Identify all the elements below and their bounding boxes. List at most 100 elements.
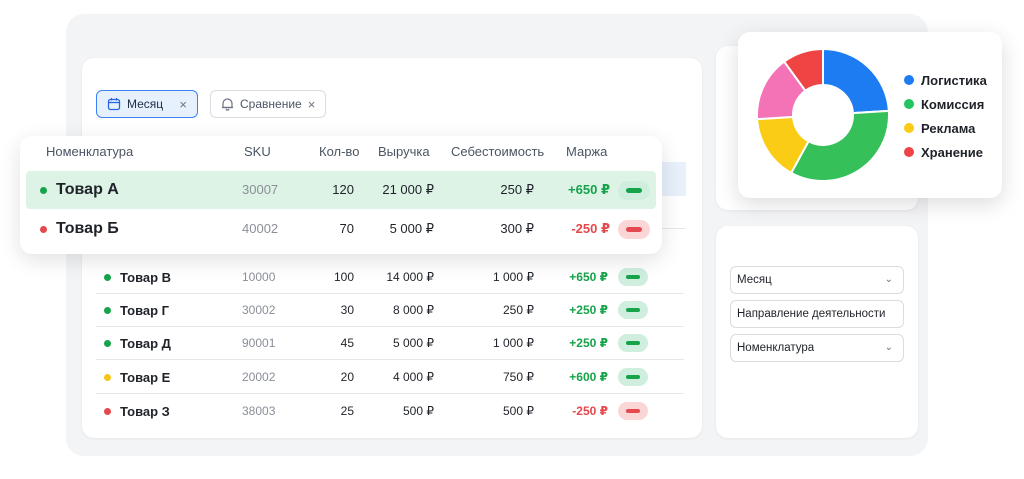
table-row[interactable]: Товар Б 40002 70 5 000 ₽ 300 ₽ -250 ₽ — [26, 210, 656, 248]
sku: 30002 — [242, 303, 276, 317]
compare-chip-close-icon[interactable]: × — [308, 97, 316, 112]
margin-status-badge — [618, 301, 648, 319]
status-dot — [40, 226, 47, 233]
chevron-down-icon: ⌄ — [884, 274, 893, 285]
cost: 250 ₽ — [500, 182, 534, 197]
sku: 40002 — [242, 221, 279, 236]
legend-swatch — [904, 123, 914, 133]
column-header-margin[interactable]: Маржа — [566, 136, 607, 168]
month-chip-label: Месяц — [127, 97, 164, 111]
status-dot — [104, 408, 111, 415]
donut-chart — [756, 47, 890, 182]
table-row[interactable]: Товар Д 90001 45 5 000 ₽ 1 000 ₽ +250 ₽ — [96, 327, 684, 360]
margin: +650 ₽ — [569, 270, 608, 284]
donut-segment — [822, 47, 890, 115]
legend-swatch — [904, 147, 914, 157]
table-row[interactable]: Товар З 38003 25 500 ₽ 500 ₽ -250 ₽ — [96, 395, 684, 428]
margin-status-badge — [618, 220, 650, 239]
month-select-label: Месяц — [737, 274, 772, 286]
margin: -250 ₽ — [572, 404, 608, 418]
cost: 500 ₽ — [503, 404, 534, 418]
column-header-revenue[interactable]: Выручка — [378, 136, 430, 168]
featured-table-popup: Номенклатура SKU Кол-во Выручка Себестои… — [20, 136, 662, 254]
quantity: 100 — [333, 270, 354, 284]
expense-chart-popup: Логистика Комиссия Реклама Хранение — [738, 32, 1002, 198]
bell-icon — [222, 98, 233, 111]
product-name: Товар Г — [120, 303, 170, 318]
cost: 1 000 ₽ — [493, 270, 534, 284]
column-header-cost[interactable]: Себестоимость — [451, 136, 544, 168]
product-name: Товар Д — [120, 336, 171, 351]
quantity: 20 — [340, 370, 354, 384]
revenue: 5 000 ₽ — [393, 336, 434, 350]
margin-status-badge — [618, 268, 648, 286]
filters-card — [716, 226, 918, 438]
revenue: 21 000 ₽ — [382, 182, 434, 197]
legend-swatch — [904, 75, 914, 85]
legend-label: Реклама — [921, 120, 976, 136]
margin: +600 ₽ — [569, 370, 608, 384]
sku: 30007 — [242, 182, 279, 197]
margin-status-badge — [618, 402, 648, 420]
quantity: 120 — [332, 182, 354, 197]
margin-status-badge — [618, 334, 648, 352]
chevron-down-icon: ⌄ — [884, 342, 893, 353]
revenue: 8 000 ₽ — [393, 303, 434, 317]
quantity: 70 — [339, 221, 354, 236]
revenue: 5 000 ₽ — [389, 221, 434, 236]
business-direction-select[interactable]: Направление деятельности — [730, 300, 904, 328]
status-dot — [104, 374, 111, 381]
margin: -250 ₽ — [571, 221, 610, 236]
legend-swatch — [904, 99, 914, 109]
sku: 20002 — [242, 370, 276, 384]
table-row[interactable]: Товар Е 20002 20 4 000 ₽ 750 ₽ +600 ₽ — [96, 361, 684, 394]
table-row[interactable]: Товар Г 30002 30 8 000 ₽ 250 ₽ +250 ₽ — [96, 294, 684, 327]
product-name: Товар Е — [120, 370, 171, 385]
status-dot — [104, 307, 111, 314]
margin-status-badge — [618, 368, 648, 386]
product-name: Товар З — [120, 404, 170, 419]
product-name: Товар Б — [56, 220, 119, 237]
revenue: 4 000 ₽ — [393, 370, 434, 384]
legend-label: Хранение — [921, 144, 983, 160]
compare-chip-label: Сравнение — [240, 97, 302, 111]
column-header-sku[interactable]: SKU — [244, 136, 271, 168]
legend-item-logistics: Логистика — [904, 68, 987, 92]
legend-item-commission: Комиссия — [904, 92, 987, 116]
table-row[interactable]: Товар В 10000 100 14 000 ₽ 1 000 ₽ +650 … — [96, 261, 684, 294]
compare-filter-chip[interactable]: Сравнение × — [210, 90, 326, 118]
product-name: Товар В — [120, 270, 172, 285]
sku: 38003 — [242, 404, 276, 418]
table-row-highlighted[interactable]: Товар А 30007 120 21 000 ₽ 250 ₽ +650 ₽ — [26, 171, 656, 209]
column-header-quantity[interactable]: Кол-во — [319, 136, 359, 168]
status-dot — [40, 187, 47, 194]
chart-legend: Логистика Комиссия Реклама Хранение — [904, 68, 987, 164]
quantity: 45 — [340, 336, 354, 350]
legend-label: Комиссия — [921, 96, 985, 112]
month-filter-chip[interactable]: Месяц × — [96, 90, 198, 118]
legend-item-storage: Хранение — [904, 140, 987, 164]
product-name: Товар А — [56, 181, 119, 198]
month-chip-close-icon[interactable]: × — [179, 97, 187, 112]
cost: 250 ₽ — [503, 303, 534, 317]
cost: 1 000 ₽ — [493, 336, 534, 350]
nomenclature-select[interactable]: Номенклатура ⌄ — [730, 334, 904, 362]
column-header-nomenclature[interactable]: Номенклатура — [46, 136, 133, 168]
margin-status-badge — [618, 181, 650, 200]
sku: 90001 — [242, 336, 276, 350]
month-select[interactable]: Месяц ⌄ — [730, 266, 904, 294]
status-dot — [104, 274, 111, 281]
quantity: 30 — [340, 303, 354, 317]
cost: 300 ₽ — [500, 221, 534, 236]
margin: +650 ₽ — [568, 182, 610, 197]
margin: +250 ₽ — [569, 303, 608, 317]
legend-label: Логистика — [921, 72, 987, 88]
business-direction-select-label: Направление деятельности — [737, 308, 886, 320]
calendar-icon — [107, 98, 121, 111]
margin: +250 ₽ — [569, 336, 608, 350]
legend-item-advertising: Реклама — [904, 116, 987, 140]
nomenclature-select-label: Номенклатура — [737, 342, 815, 354]
cost: 750 ₽ — [503, 370, 534, 384]
revenue: 500 ₽ — [403, 404, 434, 418]
status-dot — [104, 340, 111, 347]
